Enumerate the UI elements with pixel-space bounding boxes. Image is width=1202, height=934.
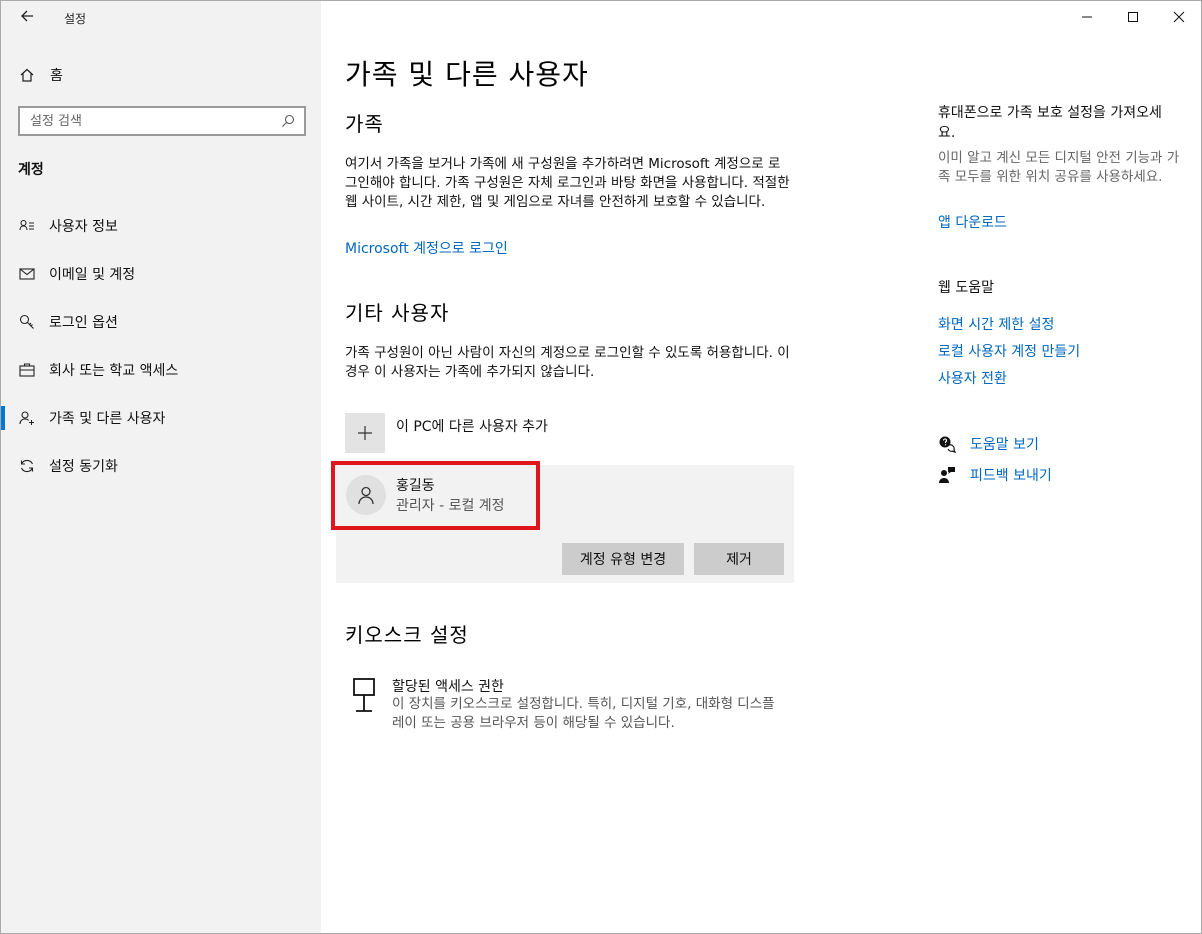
- sidebar-item-sync[interactable]: 설정 동기화: [1, 446, 321, 486]
- family-heading: 가족: [345, 112, 384, 136]
- feedback-link[interactable]: 피드백 보내기: [970, 465, 1052, 485]
- feedback-row[interactable]: 피드백 보내기: [938, 465, 1052, 485]
- sidebar-item-label: 로그인 옵션: [49, 315, 118, 331]
- web-link-local-account[interactable]: 로컬 사용자 계정 만들기: [938, 341, 1080, 361]
- sidebar-item-label: 설정 동기화: [49, 459, 118, 475]
- user-account-panel[interactable]: 홍길동 관리자 - 로컬 계정 계정 유형 변경 제거: [331, 461, 794, 583]
- briefcase-icon: [18, 361, 36, 379]
- get-help-link[interactable]: 도움말 보기: [970, 434, 1039, 454]
- phone-family-description: 이미 알고 계신 모든 디지털 안전 기능과 가족 모두를 위한 위치 공유를 …: [938, 150, 1180, 185]
- kiosk-heading: 키오스크 설정: [345, 623, 469, 647]
- home-icon: [18, 66, 36, 84]
- sidebar-item-email[interactable]: 이메일 및 계정: [1, 254, 321, 294]
- search-icon[interactable]: [276, 109, 300, 133]
- section-header-accounts: 계정: [18, 162, 44, 178]
- kiosk-icon[interactable]: [350, 677, 380, 713]
- home-nav[interactable]: 홈: [18, 64, 63, 86]
- web-link-switch-user[interactable]: 사용자 전환: [938, 368, 1007, 388]
- phone-family-title: 휴대폰으로 가족 보호 설정을 가져오세요.: [938, 105, 1162, 141]
- main-content: 가족 및 다른 사용자 가족 여기서 가족을 보거나 가족에 새 구성원을 추가…: [322, 1, 1201, 933]
- web-link-screen-time[interactable]: 화면 시간 제한 설정: [938, 314, 1054, 334]
- search-input[interactable]: [30, 113, 276, 129]
- plus-icon[interactable]: [345, 413, 385, 453]
- app-download-link[interactable]: 앱 다운로드: [938, 212, 1007, 232]
- sidebar-item-label: 사용자 정보: [49, 219, 118, 235]
- sidebar-item-work-school[interactable]: 회사 또는 학교 액세스: [1, 350, 321, 390]
- home-label: 홈: [50, 68, 63, 84]
- mail-icon: [18, 265, 36, 283]
- other-users-heading: 기타 사용자: [345, 301, 450, 325]
- other-users-description: 가족 구성원이 아닌 사람이 자신의 계정으로 로그인할 수 있도록 허용합니다…: [345, 345, 790, 380]
- search-box[interactable]: [18, 106, 306, 136]
- assigned-access-title[interactable]: 할당된 액세스 권한: [392, 676, 504, 696]
- person-add-icon: [18, 409, 36, 427]
- change-account-type-button[interactable]: 계정 유형 변경: [562, 543, 684, 575]
- sidebar-item-signin-options[interactable]: 로그인 옵션: [1, 302, 321, 342]
- web-help-title: 웹 도움말: [938, 280, 994, 296]
- sidebar: 설정 홈 계정 사용자 정보 이메일 및 계정: [1, 1, 321, 933]
- back-arrow-icon[interactable]: [15, 7, 39, 29]
- sidebar-item-label: 가족 및 다른 사용자: [49, 411, 166, 427]
- sidebar-item-user-info[interactable]: 사용자 정보: [1, 206, 321, 246]
- sidebar-item-label: 회사 또는 학교 액세스: [49, 363, 179, 379]
- chat-help-icon: [938, 435, 956, 453]
- sidebar-item-label: 이메일 및 계정: [49, 267, 136, 283]
- microsoft-signin-link[interactable]: Microsoft 계정으로 로그인: [345, 238, 508, 258]
- highlight-box: [331, 461, 540, 530]
- page-title: 가족 및 다른 사용자: [345, 58, 589, 91]
- add-user-row[interactable]: 이 PC에 다른 사용자 추가: [345, 413, 548, 453]
- window-title: 설정: [64, 12, 87, 26]
- key-icon: [18, 313, 36, 331]
- assigned-access-description: 이 장치를 키오스크로 설정합니다. 특히, 디지털 기호, 대화형 디스플레이…: [392, 696, 775, 731]
- sidebar-item-family-other-users[interactable]: 가족 및 다른 사용자: [1, 398, 321, 438]
- get-help-row[interactable]: 도움말 보기: [938, 434, 1039, 454]
- sync-icon: [18, 457, 36, 475]
- family-description: 여기서 가족을 보거나 가족에 새 구성원을 추가하려면 Microsoft 계…: [345, 156, 790, 210]
- person-card-icon: [18, 217, 36, 235]
- remove-button[interactable]: 제거: [694, 543, 784, 575]
- feedback-person-icon: [938, 466, 956, 484]
- add-user-label: 이 PC에 다른 사용자 추가: [396, 419, 548, 435]
- settings-window: 설정 홈 계정 사용자 정보 이메일 및 계정: [0, 0, 1202, 934]
